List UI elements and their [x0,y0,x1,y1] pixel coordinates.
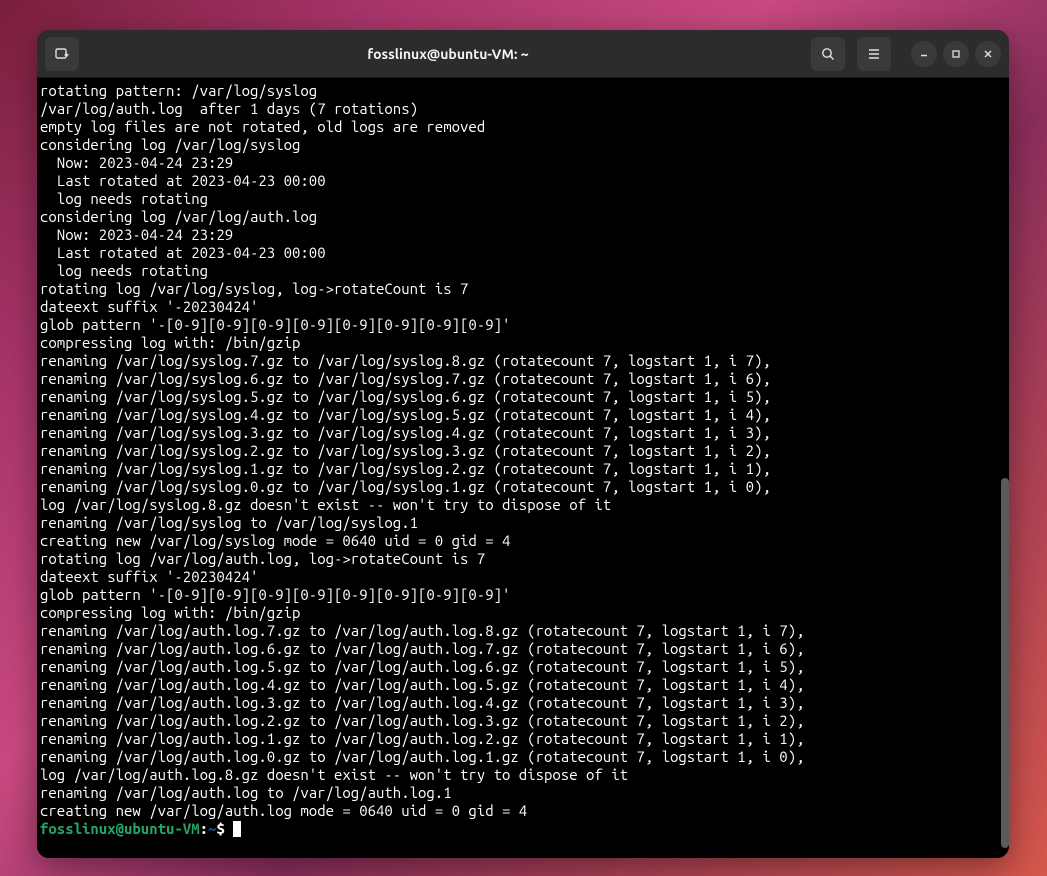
prompt-user: fosslinux@ubuntu-VM [40,820,200,837]
menu-button[interactable] [857,37,891,71]
close-button[interactable] [975,41,1001,67]
terminal-output: rotating pattern: /var/log/syslog /var/l… [40,82,1006,820]
minimize-button[interactable] [911,41,937,67]
prompt-separator: : [200,820,208,837]
new-tab-icon [54,46,70,62]
close-icon [983,49,993,59]
minimize-icon [919,49,929,59]
maximize-button[interactable] [943,41,969,67]
scrollbar-thumb[interactable] [1001,478,1009,848]
search-icon [820,46,836,62]
new-tab-button[interactable] [45,37,79,71]
terminal-content[interactable]: rotating pattern: /var/log/syslog /var/l… [37,78,1009,858]
titlebar: fosslinux@ubuntu-VM: ~ [37,30,1009,78]
terminal-window: fosslinux@ubuntu-VM: ~ [37,30,1009,858]
hamburger-icon [866,46,882,62]
cursor [233,821,241,837]
window-title: fosslinux@ubuntu-VM: ~ [85,46,811,62]
maximize-icon [951,49,961,59]
prompt-symbol: $ [216,820,224,837]
search-button[interactable] [811,37,845,71]
